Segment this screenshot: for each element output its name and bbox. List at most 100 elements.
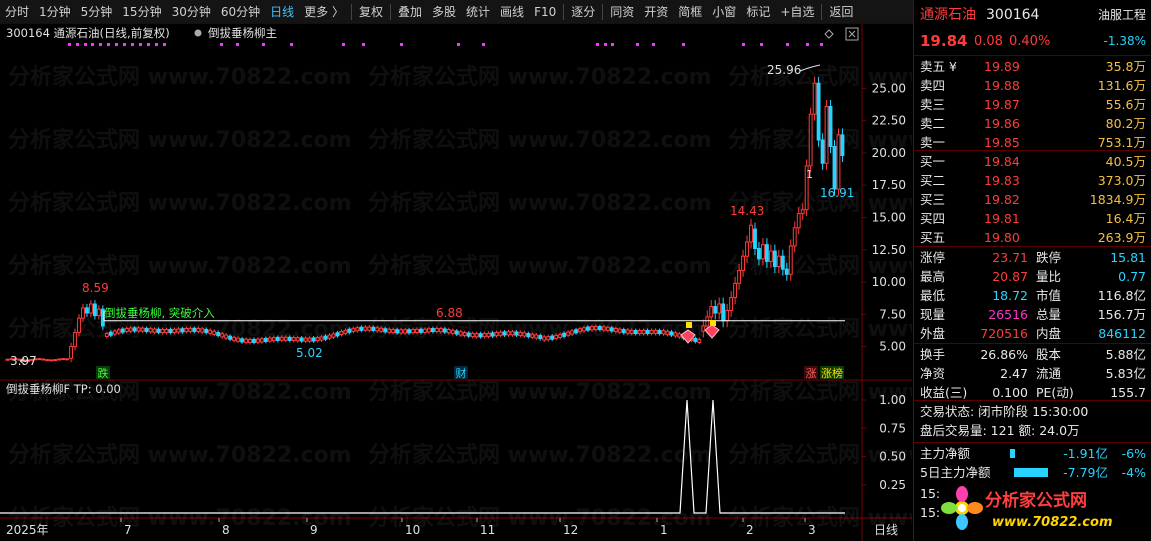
candle-body [749, 224, 753, 243]
stat-value: 156.7万 [1097, 307, 1146, 322]
marker-dot [760, 43, 763, 46]
candle-body [617, 328, 622, 333]
candle-body [629, 329, 634, 334]
trade-status-row: 交易状态: 闭市阶段 15:30:00 [914, 402, 1151, 421]
candle-body [232, 336, 237, 341]
marker-dot [786, 43, 789, 46]
toolbar-item-10[interactable]: 多股 [427, 0, 461, 24]
marker-dot [262, 43, 265, 46]
marker-dot [236, 43, 239, 46]
sector-name[interactable]: 油服工程 [1098, 6, 1146, 25]
marker-dot [91, 43, 94, 46]
candle-body [657, 329, 662, 335]
toolbar-item-19[interactable]: 标记 [741, 0, 775, 24]
price-tick-label: 10.00 [872, 275, 906, 289]
toolbar-divider [350, 3, 352, 20]
panel-divider [914, 343, 1151, 344]
candle-body [800, 209, 805, 215]
ask-volume: 35.8万 [1105, 59, 1146, 74]
stat-key: 内盘 [1036, 326, 1062, 341]
toolbar-item-21[interactable]: 返回 [824, 0, 858, 24]
stat-key: 净资 [920, 366, 946, 381]
candle-body [788, 245, 793, 275]
toolbar-item-9[interactable]: 叠加 [393, 0, 427, 24]
panel-divider [914, 55, 1151, 56]
ask-label: 卖三 [920, 97, 946, 112]
candle-body [295, 337, 300, 342]
indicator-name: 倒拔垂杨柳主 [208, 26, 277, 40]
marker-dot [290, 43, 293, 46]
candle-body [641, 329, 646, 335]
toolbar-item-0[interactable]: 分时 [0, 0, 34, 24]
watermark-text: 分析家公式网 www.70822.com [8, 253, 352, 279]
toolbar-item-5[interactable]: 60分钟 [216, 0, 265, 24]
toolbar-item-16[interactable]: 开资 [639, 0, 673, 24]
bid-volume: 16.4万 [1105, 211, 1146, 226]
stat-row: 最高 20.87 量比 0.77 [914, 267, 1151, 286]
candle-body [745, 241, 749, 257]
candle-body [263, 337, 268, 342]
marker-dot [99, 43, 102, 46]
candle-body [307, 337, 312, 342]
candle-body [709, 306, 714, 318]
ask-price: 19.88 [984, 78, 1020, 93]
ask-label: 卖五 ¥ [920, 59, 957, 74]
candle-body [482, 333, 487, 338]
ask-price: 19.89 [984, 59, 1020, 74]
kline-chart[interactable]: 分析家公式网 www.70822.com 分析家公式网 www.70822.com… [0, 24, 912, 541]
candle-body [168, 328, 173, 334]
candle-body [85, 307, 89, 314]
toolbar-item-1[interactable]: 1分钟 [34, 0, 76, 24]
chart-area[interactable]: 分析家公式网 www.70822.com 分析家公式网 www.70822.com… [0, 24, 912, 541]
toolbar-item-11[interactable]: 统计 [461, 0, 495, 24]
candle-body [200, 328, 205, 333]
toolbar-item-14[interactable]: 逐分 [566, 0, 600, 24]
marker-dot [163, 43, 166, 46]
stat-key: 量比 [1036, 269, 1062, 284]
bid-volume: 373.0万 [1097, 173, 1146, 188]
toolbar-item-15[interactable]: 同资 [605, 0, 639, 24]
candle-body [784, 268, 789, 275]
toolbar-item-4[interactable]: 30分钟 [167, 0, 216, 24]
marker-dot [139, 43, 142, 46]
candle-body [486, 332, 491, 337]
candle-body [411, 329, 415, 334]
toolbar-item-20[interactable]: +自选 [775, 0, 819, 24]
candle-body [458, 331, 463, 336]
candle-body [355, 327, 360, 332]
toolbar-item-13[interactable]: F10 [529, 0, 561, 24]
toolbar-item-6[interactable]: 日线 [265, 0, 299, 24]
sub-tick-label: 0.75 [879, 421, 906, 435]
price-change-pct: 0.40% [1009, 34, 1051, 49]
candle-body [832, 145, 837, 190]
toolbar-item-8[interactable]: 复权 [354, 0, 388, 24]
label-peak-3: 25.96 [767, 63, 801, 77]
marker-dot [115, 43, 118, 46]
bid-label: 买三 [920, 192, 946, 207]
toolbar-item-18[interactable]: 小窗 [707, 0, 741, 24]
candle-body [673, 332, 678, 337]
tick-time: 15: [920, 505, 941, 520]
candle-body [5, 358, 10, 361]
time-tick-label: 7 [124, 523, 132, 537]
marker-dot [131, 43, 134, 46]
toolbar-item-7[interactable]: 更多 〉 [299, 0, 349, 24]
marker-dot [611, 43, 614, 46]
toolbar-item-12[interactable]: 画线 [495, 0, 529, 24]
toolbar-item-17[interactable]: 简框 [673, 0, 707, 24]
candle-body [570, 330, 574, 335]
candle-body [582, 327, 586, 332]
toolbar-item-3[interactable]: 15分钟 [117, 0, 166, 24]
candle-body [303, 337, 308, 342]
candle-body [204, 328, 209, 334]
candle-body [669, 331, 674, 336]
candle-body [768, 250, 773, 262]
toolbar-item-2[interactable]: 5分钟 [76, 0, 118, 24]
candle-body [120, 328, 125, 333]
label-recent-low: 16.91 [820, 186, 854, 200]
candle-body [562, 332, 567, 337]
candle-body [391, 329, 396, 334]
bid-label: 买二 [920, 173, 946, 188]
watermark-text: 分析家公式网 www.70822.com [368, 190, 712, 216]
bid-price: 19.84 [984, 154, 1020, 169]
